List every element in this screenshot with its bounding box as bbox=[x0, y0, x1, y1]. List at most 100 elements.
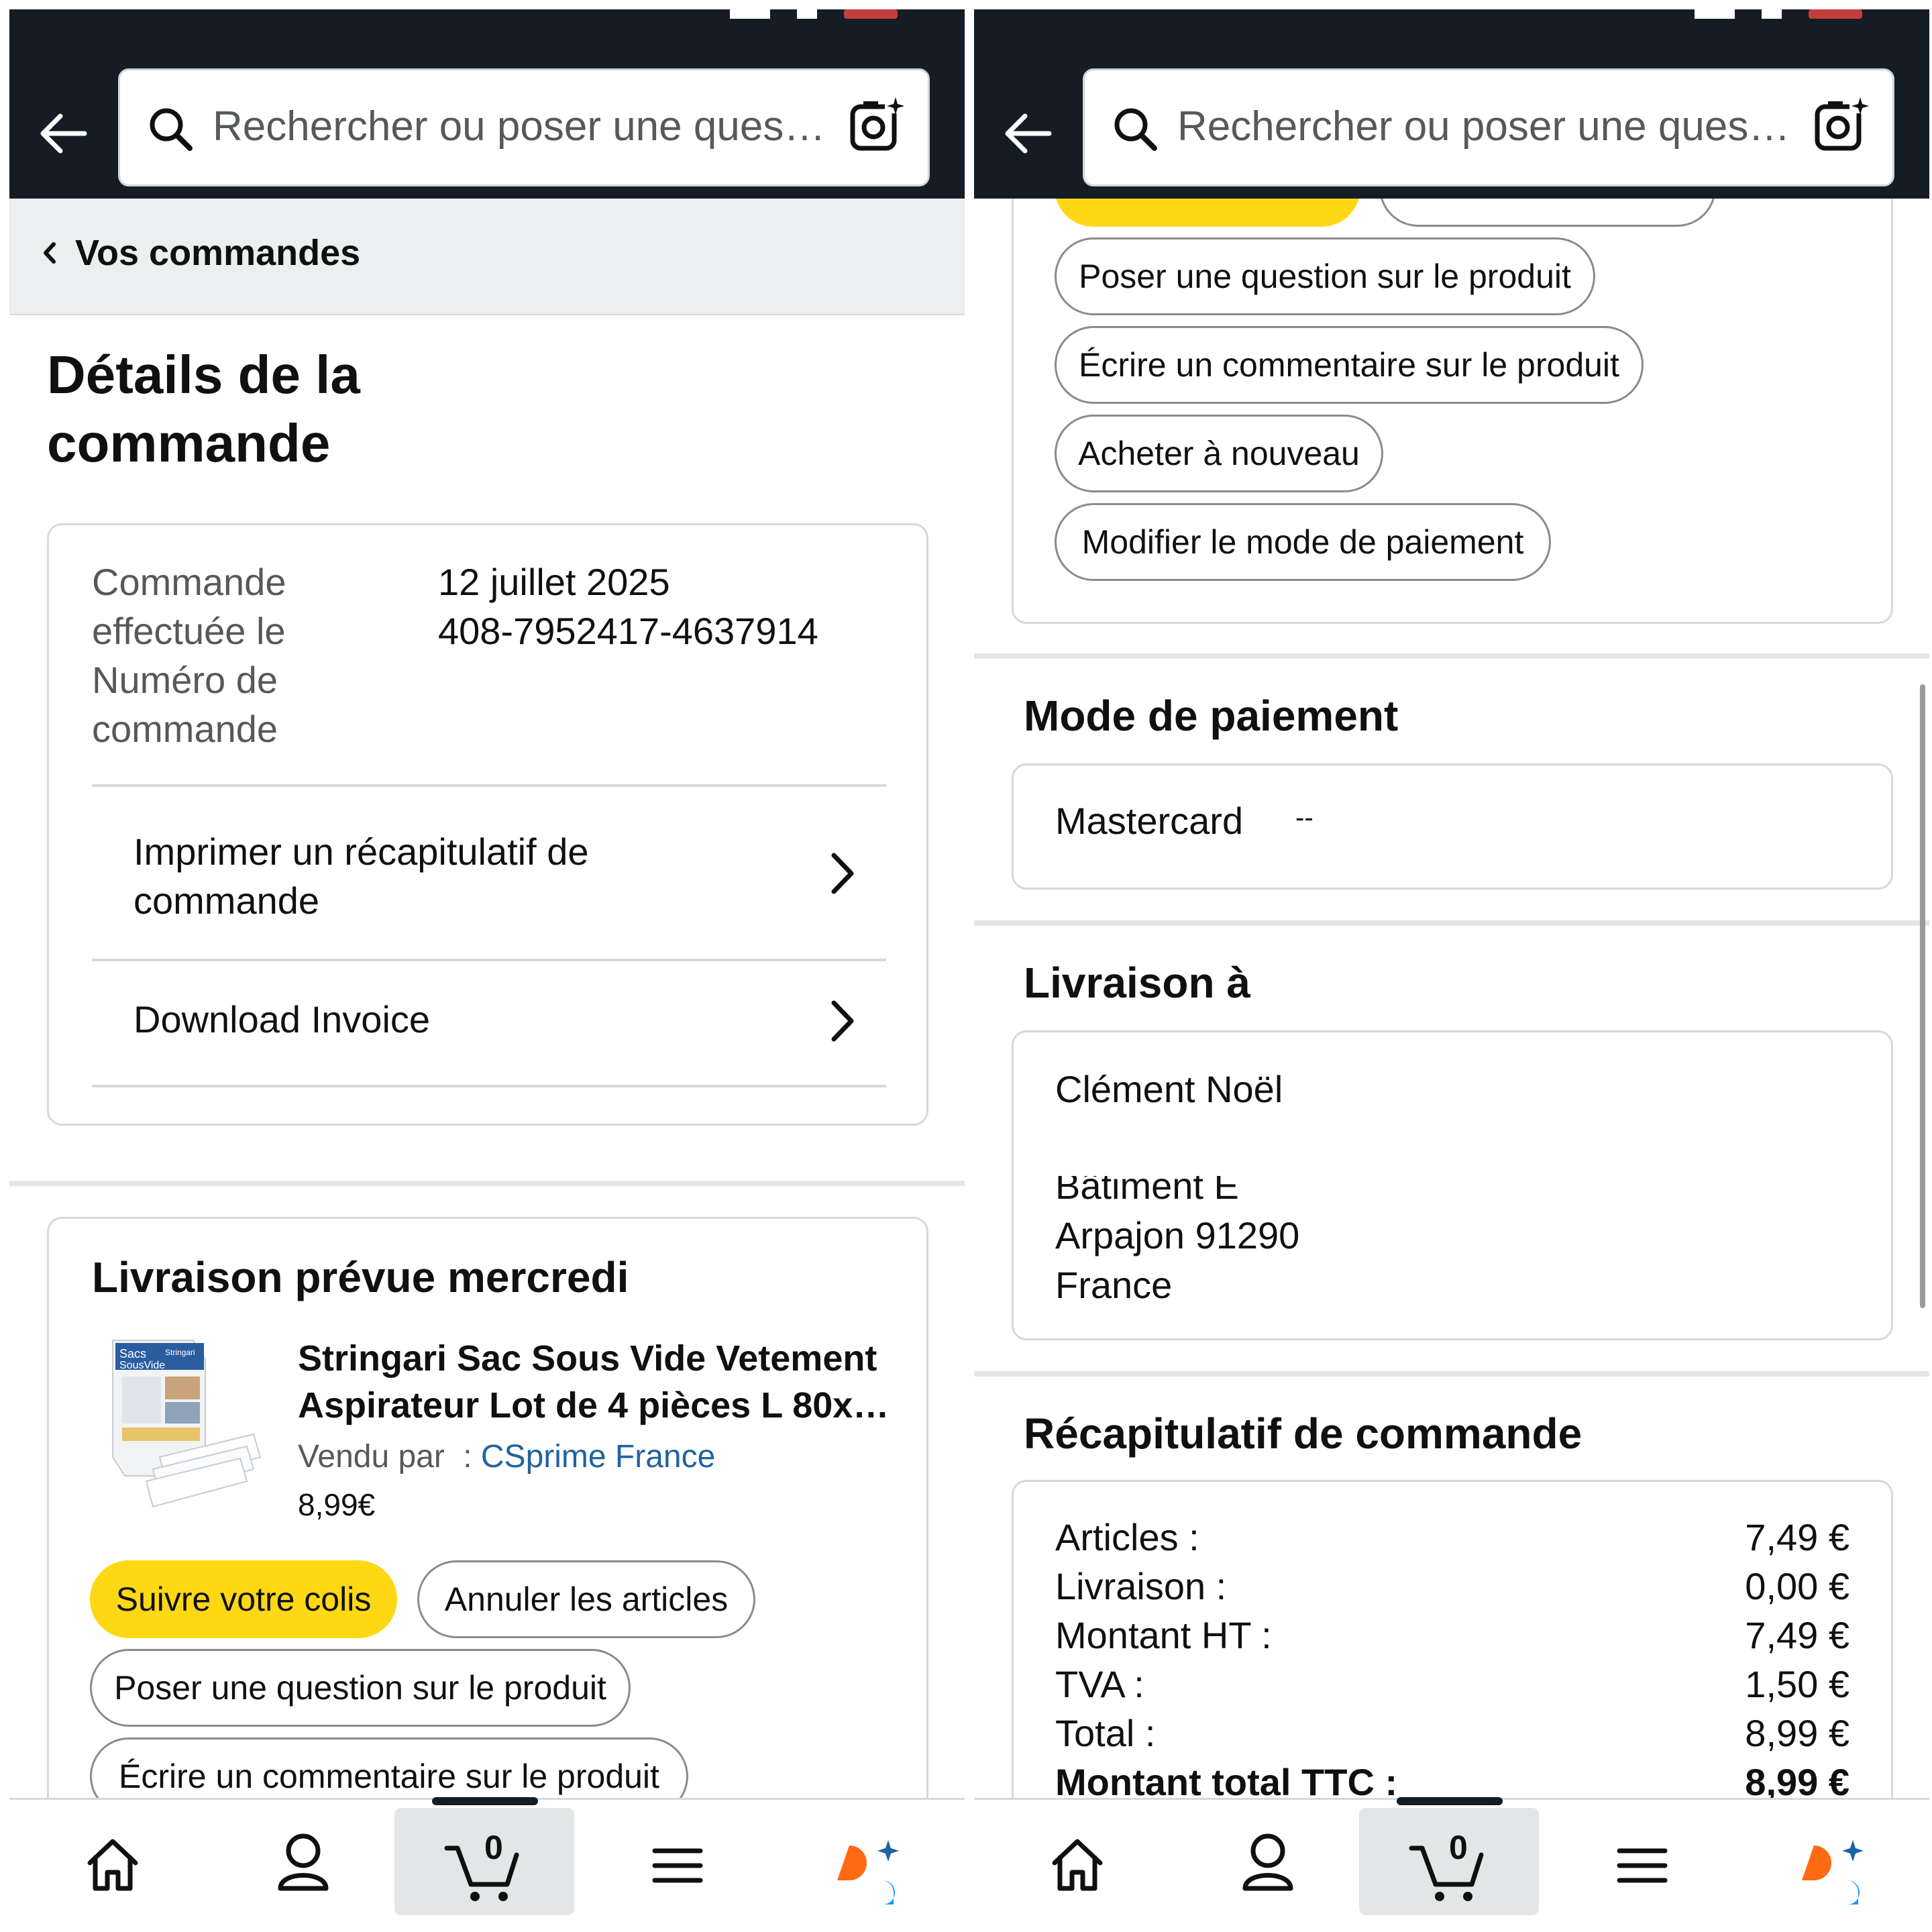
search-input[interactable]: Rechercher ou poser une ques… bbox=[213, 103, 825, 150]
payment-heading: Mode de paiement bbox=[1024, 692, 1399, 740]
payment-method: Mastercard bbox=[1055, 800, 1244, 842]
summary-row: TVA : 1,50 € bbox=[1055, 1662, 1849, 1706]
camera-icon[interactable] bbox=[849, 96, 905, 152]
shipping-country: France bbox=[1055, 1264, 1173, 1306]
order-date-value: 12 juillet 2025 bbox=[438, 561, 670, 603]
shipping-heading: Livraison à bbox=[1024, 959, 1250, 1007]
search-input[interactable]: Rechercher ou poser une ques… bbox=[1177, 103, 1790, 150]
ask-question-button[interactable]: Poser une question sur le produit bbox=[90, 1649, 631, 1727]
status-time bbox=[1081, 3, 1202, 21]
status-icons bbox=[1695, 9, 1862, 19]
menu-icon[interactable] bbox=[631, 1807, 724, 1914]
left-screenshot: Rechercher ou poser une ques… Vos comman… bbox=[9, 0, 965, 1932]
cart-count: 0 bbox=[484, 1829, 503, 1866]
print-summary-row[interactable]: Imprimer un récapitulatif de commande bbox=[92, 787, 886, 959]
chevron-left-icon bbox=[44, 242, 56, 264]
track-package-button[interactable]: Suivre votre colis bbox=[90, 1560, 397, 1638]
product-title[interactable]: Stringari Sac Sous Vide Vetement Aspirat… bbox=[298, 1335, 902, 1429]
summary-label: Total : bbox=[1055, 1712, 1156, 1754]
payment-card: Mastercard -- bbox=[1012, 763, 1893, 890]
product-image-text-2: SousVide bbox=[119, 1360, 165, 1371]
home-icon[interactable] bbox=[66, 1807, 160, 1914]
active-indicator bbox=[1397, 1797, 1503, 1805]
bottom-nav: 0 bbox=[974, 1797, 1929, 1932]
shipping-name: Clément Noël bbox=[1055, 1068, 1283, 1110]
summary-label: Livraison : bbox=[1055, 1565, 1227, 1607]
summary-row: Total : 8,99 € bbox=[1055, 1711, 1849, 1755]
order-date-label: Commande effectuée le bbox=[92, 561, 286, 652]
summary-value: 0,00 € bbox=[1745, 1565, 1849, 1607]
status-time bbox=[117, 3, 237, 21]
home-icon[interactable] bbox=[1030, 1807, 1124, 1914]
payment-masked: -- bbox=[1295, 803, 1313, 833]
seller-link[interactable]: CSprime France bbox=[481, 1439, 715, 1474]
summary-heading: Récapitulatif de commande bbox=[1024, 1409, 1582, 1458]
summary-label: TVA : bbox=[1055, 1663, 1144, 1705]
product-price: 8,99€ bbox=[298, 1487, 376, 1522]
back-arrow-icon[interactable] bbox=[36, 110, 90, 157]
camera-icon[interactable] bbox=[1813, 96, 1870, 152]
summary-label: Articles : bbox=[1055, 1516, 1199, 1558]
shipping-city: Arpajon 91290 bbox=[1055, 1214, 1300, 1256]
rufus-icon[interactable] bbox=[822, 1807, 916, 1914]
breadcrumb-bar: Vos commandes bbox=[9, 199, 965, 315]
summary-value: 8,99 € bbox=[1745, 1712, 1849, 1754]
print-summary-label: Imprimer un récapitulatif de commande bbox=[133, 830, 589, 922]
summary-value: 7,49 € bbox=[1745, 1516, 1849, 1558]
cart-icon[interactable]: 0 bbox=[1402, 1807, 1496, 1914]
search-bar[interactable]: Rechercher ou poser une ques… bbox=[1083, 68, 1894, 186]
search-bar[interactable]: Rechercher ou poser une ques… bbox=[118, 68, 930, 186]
sold-by-sep: : bbox=[463, 1439, 472, 1474]
right-screenshot: Poser une question sur le produit Écrire… bbox=[974, 0, 1929, 1932]
status-icons bbox=[730, 9, 898, 19]
section-separator bbox=[974, 1371, 1929, 1377]
product-image-text-3: Stringari bbox=[165, 1348, 195, 1357]
sold-by: Vendu par : CSprime France bbox=[298, 1438, 715, 1475]
summary-label: Montant HT : bbox=[1055, 1614, 1272, 1656]
cart-icon[interactable]: 0 bbox=[437, 1807, 531, 1914]
chevron-right-icon bbox=[831, 1000, 854, 1042]
buy-again-button[interactable]: Acheter à nouveau bbox=[1055, 415, 1383, 492]
bottom-nav: 0 bbox=[9, 1797, 965, 1932]
active-indicator bbox=[432, 1797, 538, 1805]
order-number-value: 408-7952417-4637914 bbox=[438, 610, 818, 652]
download-invoice-label: Download Invoice bbox=[133, 998, 431, 1040]
shipping-card: Clément Noël Bâtiment E Arpajon 91290 Fr… bbox=[1012, 1030, 1893, 1340]
breadcrumb[interactable]: Vos commandes bbox=[42, 232, 360, 274]
cart-count: 0 bbox=[1449, 1829, 1468, 1866]
summary-value: 1,50 € bbox=[1745, 1663, 1849, 1705]
header-bar: Rechercher ou poser une ques… bbox=[974, 9, 1929, 199]
account-icon[interactable] bbox=[1221, 1807, 1315, 1914]
order-info-card: Commande effectuée le 12 juillet 2025 Nu… bbox=[47, 523, 928, 1126]
search-icon bbox=[150, 108, 193, 151]
download-invoice-row[interactable]: Download Invoice bbox=[92, 961, 886, 1082]
account-icon[interactable] bbox=[256, 1807, 350, 1914]
section-separator bbox=[974, 653, 1929, 659]
summary-value: 7,49 € bbox=[1745, 1614, 1849, 1656]
menu-icon[interactable] bbox=[1595, 1807, 1689, 1914]
chevron-right-icon bbox=[831, 853, 854, 894]
scrollbar[interactable] bbox=[1920, 684, 1925, 1308]
summary-row: Livraison : 0,00 € bbox=[1055, 1564, 1849, 1608]
rufus-icon[interactable] bbox=[1787, 1807, 1881, 1914]
page-title: Détails de la commande bbox=[47, 345, 360, 473]
divider bbox=[92, 1085, 886, 1087]
summary-row: Articles : 7,49 € bbox=[1055, 1515, 1849, 1559]
summary-row: Montant HT : 7,49 € bbox=[1055, 1613, 1849, 1657]
sold-by-label: Vendu par bbox=[298, 1439, 445, 1474]
order-number-label: Numéro de commande bbox=[92, 659, 278, 750]
delivery-heading: Livraison prévue mercredi bbox=[92, 1253, 629, 1301]
change-payment-button[interactable]: Modifier le mode de paiement bbox=[1055, 503, 1551, 581]
back-arrow-icon[interactable] bbox=[1001, 110, 1055, 157]
cancel-items-button[interactable]: Annuler les articles bbox=[417, 1560, 755, 1638]
header-bar: Rechercher ou poser une ques… bbox=[9, 9, 965, 199]
section-separator bbox=[9, 1181, 965, 1186]
product-image[interactable]: Sacs SousVide Stringari bbox=[93, 1335, 267, 1509]
redaction bbox=[1040, 1120, 1644, 1176]
ask-question-button[interactable]: Poser une question sur le produit bbox=[1055, 237, 1595, 315]
write-review-button[interactable]: Écrire un commentaire sur le produit bbox=[1055, 326, 1644, 404]
section-separator bbox=[974, 920, 1929, 926]
breadcrumb-label: Vos commandes bbox=[75, 233, 361, 273]
search-icon bbox=[1114, 108, 1157, 151]
product-image-text-1: Sacs bbox=[119, 1347, 146, 1360]
